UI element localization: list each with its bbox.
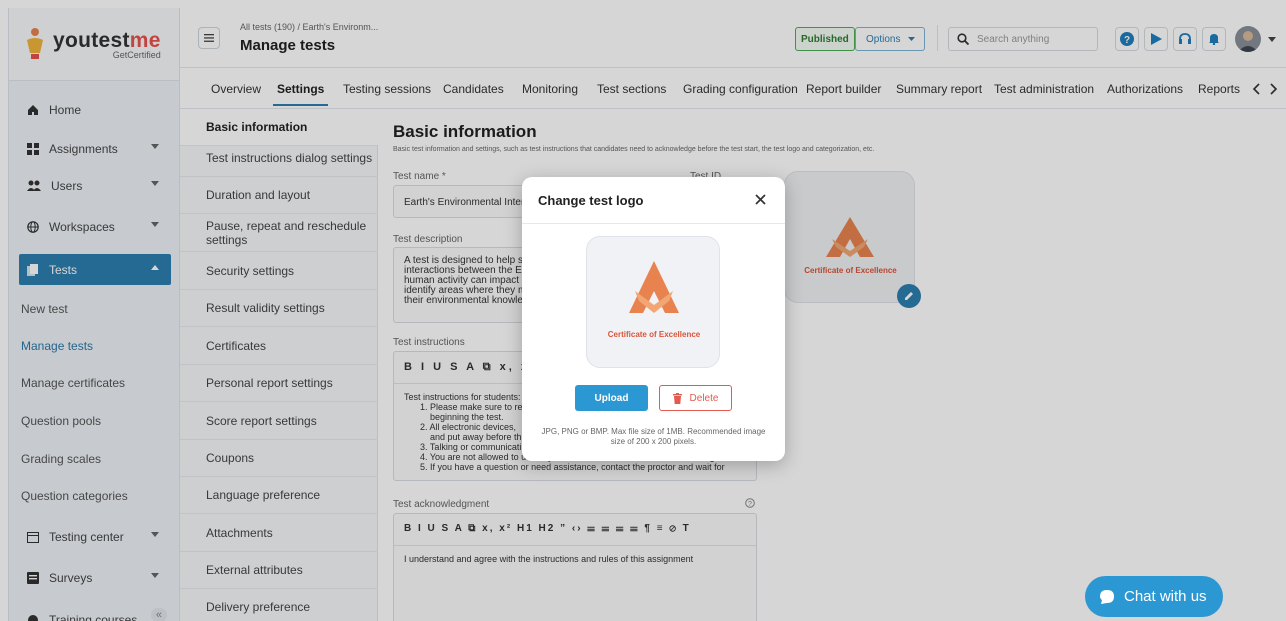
upload-hint: JPG, PNG or BMP. Max file size of 1MB. R…: [541, 427, 766, 446]
certificate-logo-icon: [629, 261, 679, 313]
dialog-title: Change test logo: [538, 193, 644, 208]
delete-button[interactable]: Delete: [659, 385, 732, 411]
chat-widget-button[interactable]: Chat with us: [1085, 576, 1223, 617]
upload-button[interactable]: Upload: [575, 385, 648, 411]
dialog-logo-caption: Certificate of Excellence: [607, 330, 701, 339]
change-logo-dialog: Change test logo Certificate of Excellen…: [522, 177, 785, 461]
logo-image-preview: Certificate of Excellence: [586, 236, 720, 368]
chat-label: Chat with us: [1124, 588, 1207, 605]
chat-bubble-icon: [1100, 589, 1114, 604]
delete-label: Delete: [689, 392, 719, 404]
dialog-divider: [522, 223, 785, 224]
trash-icon: [672, 392, 682, 404]
close-icon[interactable]: [755, 194, 766, 205]
